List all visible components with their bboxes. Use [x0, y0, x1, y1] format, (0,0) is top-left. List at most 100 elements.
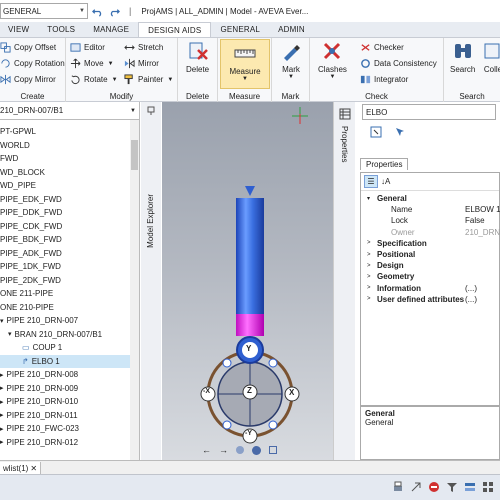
expand-closed-icon[interactable]: > — [367, 274, 371, 280]
3d-viewport[interactable]: Y -X Z X -Y ← → — [162, 102, 333, 460]
measure-chevron-icon[interactable]: ▼ — [242, 76, 248, 82]
tab-general[interactable]: GENERAL — [211, 22, 269, 37]
tree-item[interactable]: PIPE_ADK_FWD — [0, 247, 131, 260]
tab-properties[interactable]: Properties — [360, 158, 409, 170]
gizmo-label-z[interactable]: Z — [247, 386, 252, 395]
editor-button[interactable]: Editor — [70, 42, 105, 53]
tab-tools[interactable]: TOOLS — [38, 22, 84, 37]
close-icon[interactable]: ✕ — [30, 464, 37, 473]
tree-item[interactable]: ▸ PIPE 210_DRN-010 — [0, 395, 131, 408]
property-row[interactable]: ▾ General — [361, 193, 500, 204]
expand-closed-icon[interactable]: > — [367, 285, 371, 291]
chevron-down-icon[interactable]: ▼ — [130, 108, 136, 114]
data-consistency-button[interactable]: Data Consistency — [360, 58, 437, 69]
tree-item[interactable]: ▾ PIPE 210_DRN-007 — [0, 314, 131, 327]
tree-item[interactable]: PIPE_DDK_FWD — [0, 206, 131, 219]
grid-icon[interactable] — [339, 108, 351, 120]
categorized-icon[interactable]: ☰ — [364, 175, 378, 188]
tree-item[interactable]: PIPE_BDK_FWD — [0, 233, 131, 246]
tree-item[interactable]: ▸ PIPE 210_DRN-011 — [0, 409, 131, 422]
explorer-scrollbar[interactable] — [130, 120, 139, 460]
layers-icon[interactable] — [464, 481, 476, 493]
expand-closed-icon[interactable]: ▸ — [0, 411, 4, 419]
scrollbar-thumb[interactable] — [131, 140, 138, 170]
arrow-left-icon[interactable]: ← — [202, 445, 211, 455]
arrow-right-icon[interactable]: → — [219, 445, 228, 455]
grid-view-icon[interactable] — [482, 481, 494, 493]
rotate-chevron-icon[interactable]: ▼ — [112, 77, 118, 83]
copy-rotation-button[interactable]: Copy Rotation — [0, 58, 65, 69]
expand-closed-icon[interactable]: > — [367, 252, 371, 258]
tree-item[interactable]: PIPE_CDK_FWD — [0, 220, 131, 233]
tree-item[interactable]: ▸ PIPE 210_DRN-012 — [0, 436, 131, 449]
tree-item[interactable]: PT-GPWL — [0, 125, 131, 138]
expand-closed-icon[interactable]: > — [367, 240, 371, 246]
integrator-button[interactable]: Integrator — [360, 74, 408, 85]
expand-open-icon[interactable]: ▾ — [367, 195, 370, 202]
property-row[interactable]: > Design — [361, 260, 500, 271]
expand-closed-icon[interactable]: ▸ — [0, 398, 4, 406]
expand-open-icon[interactable]: ▾ — [0, 317, 4, 325]
expand-closed-icon[interactable]: ▸ — [0, 384, 4, 392]
pin-icon[interactable] — [146, 106, 156, 116]
painter-button[interactable]: Painter ▼ — [124, 74, 173, 85]
painter-chevron-icon[interactable]: ▼ — [167, 77, 173, 83]
view-cube-icon[interactable] — [269, 446, 277, 454]
copy-offset-button[interactable]: Copy Offset — [0, 42, 56, 53]
stretch-button[interactable]: Stretch — [124, 42, 163, 53]
property-row[interactable]: > User defined attributes (...) — [361, 294, 500, 305]
tab-design-aids[interactable]: DESIGN AIDS — [138, 22, 212, 37]
tree-item[interactable]: ONE 210-PIPE — [0, 301, 131, 314]
checker-button[interactable]: Checker — [360, 42, 404, 53]
redo-icon[interactable] — [109, 6, 120, 17]
gizmo-label-neg-y[interactable]: -Y — [245, 430, 252, 437]
globe-icon[interactable] — [252, 445, 261, 455]
model-explorer-side-tab[interactable]: Model Explorer — [141, 102, 161, 460]
gizmo-label-x[interactable]: X — [289, 388, 294, 397]
property-row[interactable]: > Positional — [361, 249, 500, 260]
expand-closed-icon[interactable]: > — [367, 296, 371, 302]
search-button[interactable]: Search — [450, 40, 475, 74]
mark-chevron-icon[interactable]: ▼ — [288, 74, 294, 80]
sort-alpha-icon[interactable]: ↓A — [381, 177, 390, 186]
home-view-icon[interactable] — [236, 446, 244, 454]
measure-button[interactable]: Measure ▼ — [220, 39, 270, 89]
gizmo-label-neg-x[interactable]: -X — [203, 388, 210, 395]
copy-mirror-button[interactable]: Copy Mirror — [0, 74, 56, 85]
tree-item[interactable]: WD_BLOCK — [0, 166, 131, 179]
tree-item[interactable]: WORLD — [0, 139, 131, 152]
rotate-button[interactable]: Rotate ▼ — [70, 74, 118, 85]
move-chevron-icon[interactable]: ▼ — [108, 61, 114, 67]
tree-item[interactable]: ▸ PIPE 210_FWC-023 — [0, 422, 131, 435]
tree-item[interactable]: WD_PIPE — [0, 179, 131, 192]
element-name-field[interactable]: ELBO — [362, 104, 496, 120]
property-row[interactable]: Owner 210_DRN — [361, 227, 500, 238]
tree-item[interactable]: PIPE_EDK_FWD — [0, 193, 131, 206]
explorer-selector[interactable]: 210_DRN-007/B1 ▼ — [0, 102, 139, 120]
tree-item[interactable]: ▭ COUP 1 — [0, 341, 131, 354]
expand-closed-icon[interactable]: ▸ — [0, 425, 4, 433]
property-row[interactable]: Name ELBOW 1 — [361, 204, 500, 215]
tab-view[interactable]: VIEW — [0, 22, 38, 37]
move-button[interactable]: Move ▼ — [70, 58, 114, 69]
undo-icon[interactable] — [92, 6, 103, 17]
properties-side-tab[interactable]: Properties — [333, 102, 355, 460]
module-combo[interactable]: GENERAL ▼ — [0, 3, 88, 19]
tree-item[interactable]: ▾ BRAN 210_DRN-007/B1 — [0, 328, 131, 341]
expand-closed-icon[interactable]: ▸ — [0, 371, 4, 379]
clashes-chevron-icon[interactable]: ▼ — [329, 74, 335, 80]
property-row[interactable]: > Geometry — [361, 271, 500, 282]
tree-item[interactable]: ▸ PIPE 210_DRN-008 — [0, 368, 131, 381]
navigate-icon[interactable] — [370, 126, 382, 138]
tree-item[interactable]: PIPE_1DK_FWD — [0, 260, 131, 273]
tree-item[interactable]: ↱ ELBO 1 — [0, 354, 131, 368]
expand-closed-icon[interactable]: ▸ — [0, 438, 4, 446]
property-row[interactable]: > Information (...) — [361, 283, 500, 294]
filter-icon[interactable] — [446, 481, 458, 493]
expand-closed-icon[interactable]: > — [367, 263, 371, 269]
no-entry-icon[interactable] — [428, 481, 440, 493]
tab-admin[interactable]: ADMIN — [269, 22, 314, 37]
delete-button[interactable]: Delete — [186, 40, 209, 74]
tree-item[interactable]: FWD — [0, 152, 131, 165]
property-row[interactable]: Lock False — [361, 215, 500, 226]
